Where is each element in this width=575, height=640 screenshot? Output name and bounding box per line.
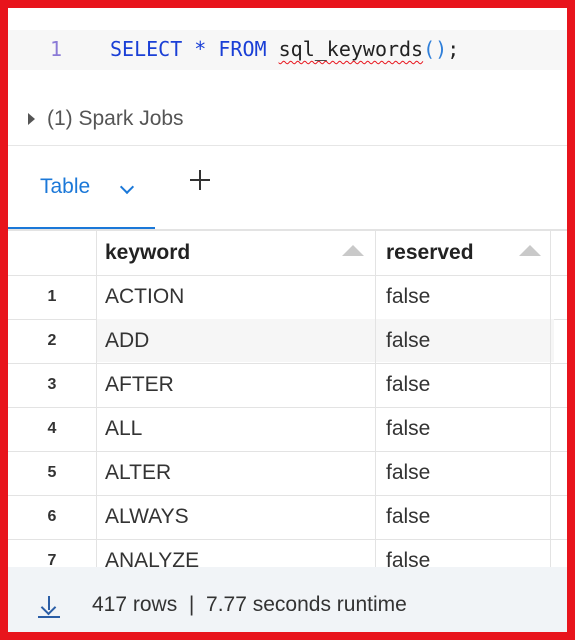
- cell-reserved[interactable]: false: [386, 495, 430, 538]
- code-editor-line[interactable]: 1 SELECT * FROM sql_keywords();: [8, 30, 567, 70]
- table-header-row: keyword reserved: [8, 231, 567, 276]
- column-divider: [550, 231, 551, 569]
- tab-table[interactable]: Table: [8, 146, 155, 230]
- tab-table-label: Table: [40, 175, 91, 198]
- row-number: 5: [47, 464, 57, 481]
- cell-keyword[interactable]: ANALYZE: [105, 539, 199, 569]
- table-row[interactable]: 4 ALL false: [8, 407, 567, 452]
- table-row[interactable]: 1 ACTION false: [8, 275, 567, 320]
- cell-keyword[interactable]: ALL: [105, 407, 142, 450]
- sql-function-token: sql_keywords: [278, 37, 424, 61]
- cell-reserved[interactable]: false: [386, 275, 430, 318]
- results-table: keyword reserved 1 ACTION false 2 ADD fa…: [8, 229, 567, 569]
- sort-up-icon[interactable]: [342, 245, 364, 256]
- sql-select-token: SELECT: [110, 37, 183, 61]
- row-number: 3: [47, 376, 57, 393]
- cell-keyword[interactable]: ALTER: [105, 451, 171, 494]
- result-tabs: Table: [8, 145, 567, 231]
- download-icon[interactable]: [38, 596, 60, 618]
- line-number: 1: [50, 37, 63, 61]
- chevron-down-icon[interactable]: [119, 179, 135, 195]
- expand-triangle-icon: [28, 113, 35, 125]
- row-number: 1: [47, 288, 57, 305]
- row-number: 6: [47, 508, 57, 525]
- cell-reserved[interactable]: false: [386, 407, 430, 450]
- cell-reserved[interactable]: false: [386, 363, 430, 406]
- sql-code[interactable]: SELECT * FROM sql_keywords();: [110, 37, 459, 61]
- cell-keyword[interactable]: ALWAYS: [105, 495, 189, 538]
- cell-reserved[interactable]: false: [386, 319, 430, 362]
- column-header-reserved[interactable]: reserved: [386, 231, 474, 275]
- column-divider: [96, 231, 97, 569]
- row-number: 2: [47, 332, 57, 349]
- add-tab-plus-icon[interactable]: [190, 170, 210, 190]
- row-number: 7: [47, 552, 57, 569]
- cell-keyword[interactable]: AFTER: [105, 363, 174, 406]
- status-separator: |: [188, 593, 195, 616]
- cell-reserved[interactable]: false: [386, 451, 430, 494]
- results-status: 417 rows | 7.77 seconds runtime: [92, 593, 407, 617]
- sql-parens-token: (): [423, 37, 448, 61]
- sql-from-token: FROM: [218, 37, 267, 61]
- results-footer: 417 rows | 7.77 seconds runtime: [8, 567, 567, 640]
- cell-keyword[interactable]: ACTION: [105, 275, 184, 318]
- column-divider[interactable]: [375, 231, 376, 569]
- row-stripe: [96, 319, 554, 362]
- cell-keyword[interactable]: ADD: [105, 319, 149, 362]
- cell-reserved[interactable]: false: [386, 539, 430, 569]
- spark-jobs-toggle[interactable]: (1) Spark Jobs: [28, 106, 184, 132]
- table-row[interactable]: 3 AFTER false: [8, 363, 567, 408]
- table-row[interactable]: 2 ADD false: [8, 319, 567, 364]
- row-count: 417 rows: [92, 593, 178, 616]
- table-row[interactable]: 7 ANALYZE false: [8, 539, 567, 569]
- runtime-text: 7.77 seconds runtime: [206, 593, 407, 616]
- row-number: 4: [47, 420, 57, 437]
- table-row[interactable]: 6 ALWAYS false: [8, 495, 567, 540]
- sql-semicolon-token: ;: [447, 37, 460, 61]
- sort-up-icon[interactable]: [519, 245, 541, 256]
- column-header-keyword[interactable]: keyword: [105, 231, 190, 275]
- spark-jobs-label: (1) Spark Jobs: [47, 107, 184, 130]
- table-row[interactable]: 5 ALTER false: [8, 451, 567, 496]
- sql-star-token: *: [194, 37, 207, 61]
